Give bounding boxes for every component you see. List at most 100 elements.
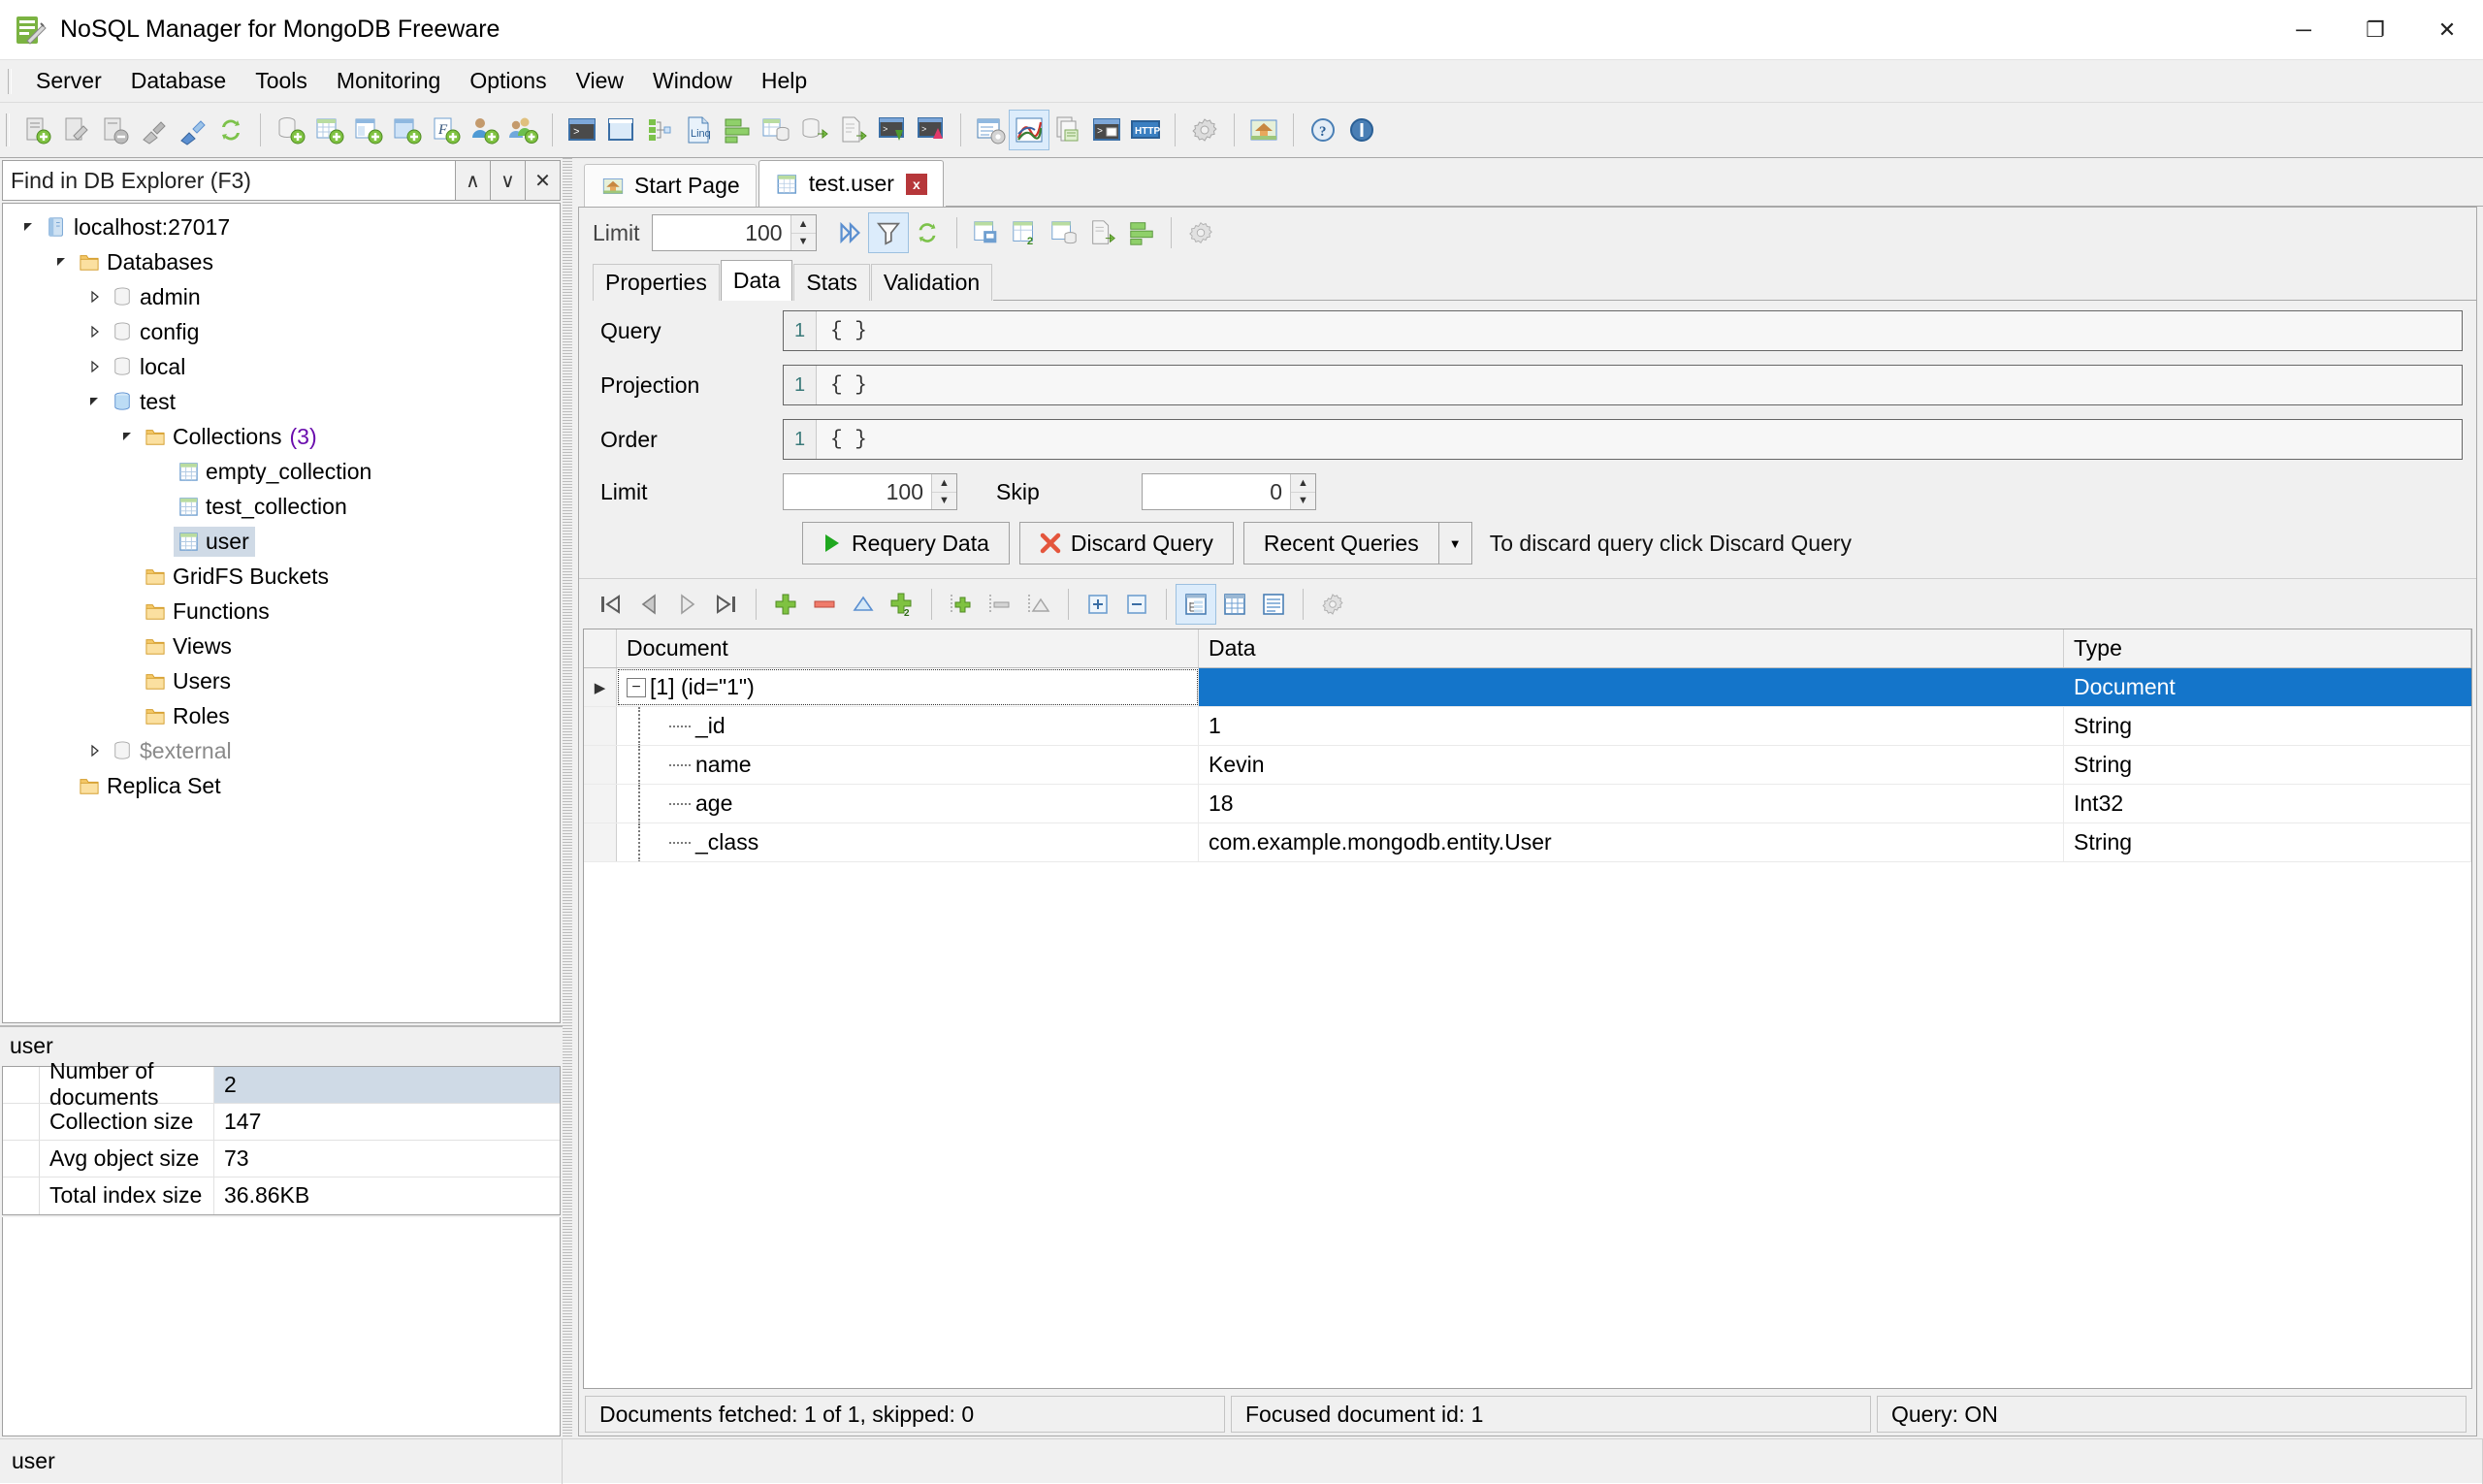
menu-item-monitoring[interactable]: Monitoring xyxy=(322,64,455,98)
refresh-icon[interactable] xyxy=(908,213,947,252)
about-icon[interactable] xyxy=(1342,111,1381,149)
menu-item-server[interactable]: Server xyxy=(21,64,116,98)
chevron-down-icon[interactable]: ▼ xyxy=(1439,522,1472,565)
table-row[interactable]: _id 1 String xyxy=(584,707,2471,746)
document-grid[interactable]: Document Data Type ▶ − [1] (id="1") Docu… xyxy=(583,629,2472,1389)
disconnect-icon[interactable] xyxy=(173,111,211,149)
spin-up-icon[interactable]: ▲ xyxy=(1291,474,1315,493)
cell-document[interactable]: − [1] (id="1") xyxy=(617,668,1199,706)
cell-document[interactable]: _class xyxy=(617,823,1199,861)
chevron-right-icon[interactable] xyxy=(82,325,108,339)
cell-type[interactable]: Int32 xyxy=(2064,785,2471,823)
cell-data[interactable]: Kevin xyxy=(1199,746,2064,784)
query-value[interactable]: { } xyxy=(817,311,2462,350)
new-collection-icon[interactable] xyxy=(309,111,348,149)
chevron-down-icon[interactable] xyxy=(16,220,42,234)
cell-data[interactable] xyxy=(1199,668,2064,706)
chevron-right-icon[interactable] xyxy=(82,290,108,304)
grid-options-icon[interactable] xyxy=(1313,585,1352,624)
tree-item-collections[interactable]: Collections(3) xyxy=(3,419,560,454)
tree-item-localhost-27017[interactable]: localhost:27017 xyxy=(3,210,560,244)
new-index-icon[interactable] xyxy=(387,111,426,149)
find-previous-button[interactable]: ∧ xyxy=(456,160,491,201)
previous-record-icon[interactable] xyxy=(629,585,668,624)
spin-down-icon[interactable]: ▼ xyxy=(1291,493,1315,510)
new-database-icon[interactable] xyxy=(271,111,309,149)
duplicate-document-icon[interactable]: 2 xyxy=(883,585,921,624)
tree-item-external[interactable]: $external xyxy=(3,733,560,768)
add-document-icon[interactable] xyxy=(766,585,805,624)
tree-item-users[interactable]: Users xyxy=(3,663,560,698)
limit-stepper[interactable]: 100 ▲ ▼ xyxy=(652,214,817,251)
chevron-down-icon[interactable] xyxy=(115,430,141,443)
collapse-all-icon[interactable] xyxy=(1117,585,1156,624)
table-row[interactable]: ▶ − [1] (id="1") Document xyxy=(584,668,2471,707)
minimize-button[interactable]: ─ xyxy=(2268,0,2339,60)
cell-type[interactable]: String xyxy=(2064,746,2471,784)
chevron-right-icon[interactable] xyxy=(82,744,108,758)
discard-query-button[interactable]: Discard Query xyxy=(1019,522,1234,565)
gridfs-icon[interactable] xyxy=(757,111,795,149)
skip-value[interactable]: 0 xyxy=(1143,474,1290,509)
spin-up-icon[interactable]: ▲ xyxy=(932,474,956,493)
copy-collection-icon[interactable] xyxy=(1048,111,1087,149)
cell-document[interactable]: _id xyxy=(617,707,1199,745)
tree-item-content[interactable]: config xyxy=(108,317,205,347)
cancel-edit-icon[interactable] xyxy=(844,585,883,624)
new-role-icon[interactable] xyxy=(503,111,542,149)
export-shell-icon[interactable]: > xyxy=(912,111,951,149)
shell-icon[interactable]: > xyxy=(563,111,601,149)
table-row[interactable]: _class com.example.mongodb.entity.User S… xyxy=(584,823,2471,862)
cell-type[interactable]: Document xyxy=(2064,668,2471,706)
home-icon[interactable] xyxy=(1244,111,1283,149)
tab-test-user[interactable]: test.user x xyxy=(758,160,944,207)
export-document-icon[interactable] xyxy=(834,111,873,149)
menu-item-options[interactable]: Options xyxy=(455,64,561,98)
tab-start-page[interactable]: Start Page xyxy=(584,164,757,207)
tree-item-user[interactable]: user xyxy=(3,524,560,559)
menu-item-database[interactable]: Database xyxy=(116,64,241,98)
table-row[interactable]: name Kevin String xyxy=(584,746,2471,785)
aggregation-icon[interactable] xyxy=(718,111,757,149)
cell-data[interactable]: com.example.mongodb.entity.User xyxy=(1199,823,2064,861)
query-builder-icon[interactable] xyxy=(971,111,1010,149)
tree-item-content[interactable]: test_collection xyxy=(174,492,353,522)
projection-input[interactable]: 1 { } xyxy=(783,365,2463,405)
tree-item-content[interactable]: GridFS Buckets xyxy=(141,562,335,592)
duplicate-document-icon[interactable]: 2 xyxy=(1006,213,1045,252)
tree-item-admin[interactable]: admin xyxy=(3,279,560,314)
tree-item-content[interactable]: user xyxy=(174,527,255,557)
cancel-field-icon[interactable] xyxy=(1019,585,1058,624)
import-shell-icon[interactable]: > xyxy=(873,111,912,149)
last-record-icon[interactable] xyxy=(707,585,746,624)
spin-up-icon[interactable]: ▲ xyxy=(791,215,816,234)
tab-stats[interactable]: Stats xyxy=(793,264,869,301)
next-record-icon[interactable] xyxy=(668,585,707,624)
document-window-icon[interactable] xyxy=(601,111,640,149)
tree-item-content[interactable]: Collections(3) xyxy=(141,422,323,452)
menu-item-tools[interactable]: Tools xyxy=(241,64,322,98)
menu-item-help[interactable]: Help xyxy=(747,64,822,98)
tree-toggle[interactable]: − xyxy=(627,678,650,697)
run-next-icon[interactable] xyxy=(830,213,869,252)
close-button[interactable]: ✕ xyxy=(2411,0,2483,60)
http-interface-icon[interactable]: HTTP xyxy=(1126,111,1165,149)
menu-item-view[interactable]: View xyxy=(562,64,638,98)
shell-console-icon[interactable]: > xyxy=(1087,111,1126,149)
tree-item-content[interactable]: Functions xyxy=(141,597,275,627)
refresh-icon[interactable] xyxy=(211,111,250,149)
delete-document-icon[interactable] xyxy=(805,585,844,624)
chart-icon[interactable] xyxy=(1010,111,1048,149)
help-icon[interactable]: ? xyxy=(1304,111,1342,149)
cell-data[interactable]: 1 xyxy=(1199,707,2064,745)
cell-document[interactable]: age xyxy=(617,785,1199,823)
stats-value[interactable]: 147 xyxy=(214,1104,560,1140)
tree-item-replica-set[interactable]: Replica Set xyxy=(3,768,560,803)
cell-document[interactable]: name xyxy=(617,746,1199,784)
tree-item-content[interactable]: localhost:27017 xyxy=(42,212,236,242)
limit-field[interactable]: 100 ▲ ▼ xyxy=(783,473,957,510)
tree-item-views[interactable]: Views xyxy=(3,629,560,663)
tree-item-content[interactable]: Databases xyxy=(75,247,219,277)
settings-icon[interactable] xyxy=(1185,111,1224,149)
stats-value[interactable]: 73 xyxy=(214,1141,560,1177)
